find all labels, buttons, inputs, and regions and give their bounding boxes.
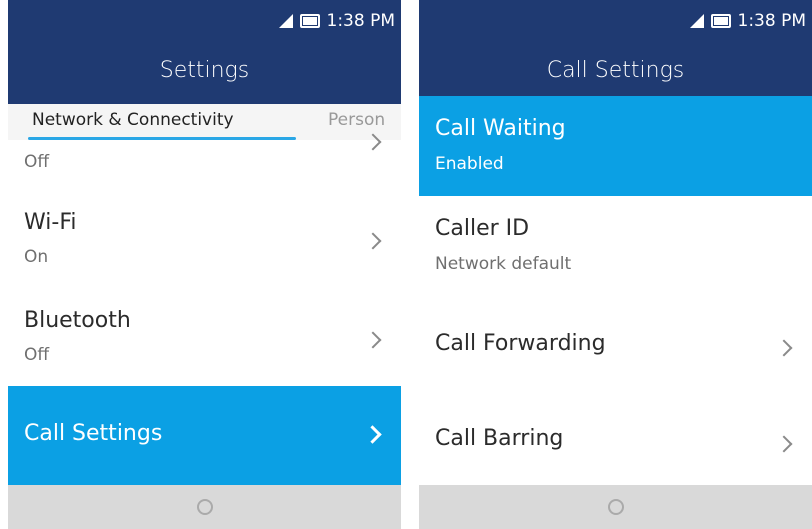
chevron-right-icon bbox=[364, 331, 382, 349]
settings-item-partial[interactable]: Off bbox=[8, 133, 401, 192]
settings-item-wifi[interactable]: Wi-Fi On bbox=[8, 192, 401, 288]
call-item-value: Enabled bbox=[435, 154, 504, 174]
tab-personalization[interactable]: Person bbox=[328, 110, 385, 130]
settings-item-call-settings[interactable]: Call Settings bbox=[8, 386, 401, 486]
chevron-right-icon bbox=[775, 435, 793, 453]
signal-icon bbox=[689, 14, 704, 28]
call-item-label: Call Waiting bbox=[435, 116, 566, 141]
call-item-value: Network default bbox=[435, 254, 572, 274]
settings-item-bluetooth[interactable]: Bluetooth Off bbox=[8, 288, 401, 384]
settings-item-label: Bluetooth bbox=[24, 308, 131, 333]
settings-item-label: Call Settings bbox=[24, 421, 163, 446]
status-bar: 1:38 PM bbox=[419, 0, 812, 42]
signal-icon bbox=[278, 14, 293, 28]
softkey-bar bbox=[419, 485, 812, 529]
battery-icon bbox=[710, 14, 731, 28]
call-settings-screen: 1:38 PM Call Settings Call Waiting Enabl… bbox=[419, 0, 812, 529]
call-item-call-forwarding[interactable]: Call Forwarding bbox=[419, 292, 812, 390]
call-item-call-barring[interactable]: Call Barring bbox=[419, 390, 812, 484]
status-clock: 1:38 PM bbox=[326, 11, 396, 31]
header: Settings bbox=[8, 42, 401, 104]
home-button-icon[interactable] bbox=[607, 499, 624, 515]
call-item-label: Call Barring bbox=[435, 426, 564, 451]
call-item-label: Caller ID bbox=[435, 216, 530, 241]
header: Call Settings bbox=[419, 42, 812, 104]
tab-bar: Network & Connectivity Person bbox=[8, 104, 401, 140]
battery-icon bbox=[299, 14, 320, 28]
chevron-right-icon bbox=[775, 339, 793, 357]
settings-item-value: On bbox=[24, 247, 49, 267]
status-clock: 1:38 PM bbox=[737, 11, 807, 31]
status-bar: 1:38 PM bbox=[8, 0, 401, 42]
status-indicators: 1:38 PM bbox=[689, 0, 807, 42]
chevron-right-icon bbox=[364, 232, 382, 250]
settings-item-value: Off bbox=[24, 345, 50, 365]
call-item-call-waiting[interactable]: Call Waiting Enabled bbox=[419, 96, 812, 196]
settings-item-value: Off bbox=[24, 152, 50, 172]
page-title: Settings bbox=[159, 58, 250, 83]
page-title: Call Settings bbox=[546, 58, 685, 83]
softkey-bar bbox=[8, 485, 401, 529]
home-button-icon[interactable] bbox=[196, 499, 213, 515]
tab-network-connectivity[interactable]: Network & Connectivity bbox=[32, 110, 234, 130]
call-item-label: Call Forwarding bbox=[435, 331, 606, 356]
status-indicators: 1:38 PM bbox=[278, 0, 396, 42]
chevron-right-icon bbox=[363, 425, 382, 444]
settings-screen: 1:38 PM Settings Network & Connectivity … bbox=[8, 0, 401, 529]
settings-item-label: Wi-Fi bbox=[24, 210, 77, 235]
call-item-caller-id[interactable]: Caller ID Network default bbox=[419, 196, 812, 292]
